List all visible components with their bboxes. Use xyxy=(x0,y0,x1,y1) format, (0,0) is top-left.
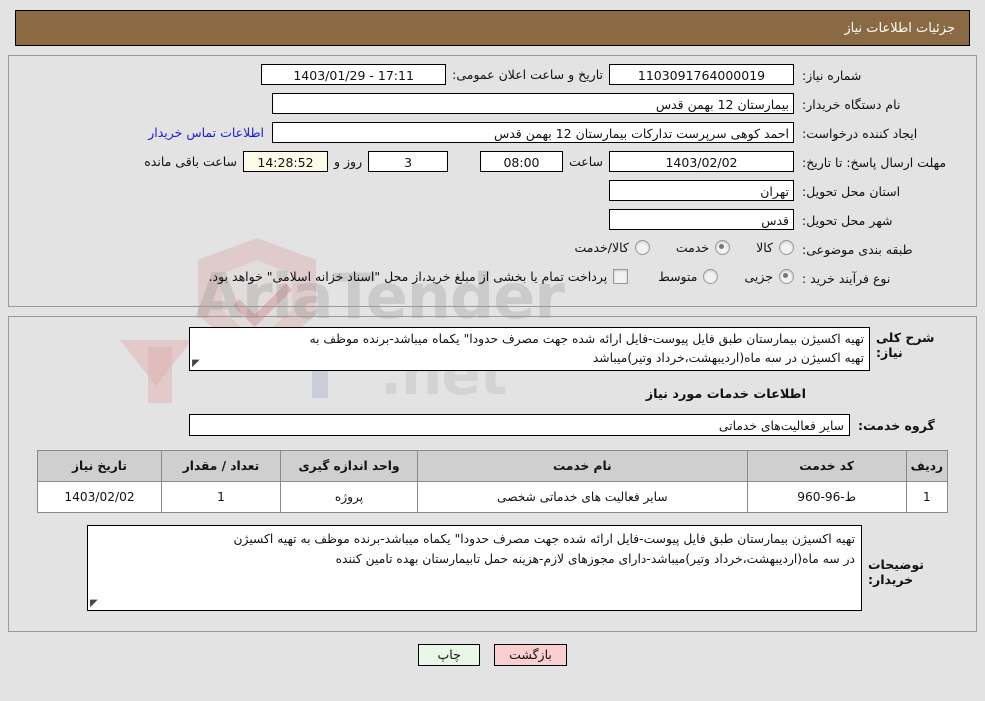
radio-dot-icon[interactable] xyxy=(703,269,719,284)
service-group-field[interactable]: سایر فعالیت‌های خدماتی xyxy=(189,414,850,437)
process-type-label: نوع فرآیند خرید : xyxy=(802,271,891,286)
radio-dot-icon[interactable] xyxy=(634,240,650,255)
general-description-line-1: تهیه اکسیژن بیمارستان طبق فایل پیوست-فای… xyxy=(309,332,865,346)
process-radio-jozei[interactable]: جزیی xyxy=(744,269,794,284)
buyer-org-field[interactable]: بیمارستان 12 بهمن قدس xyxy=(272,93,794,114)
cell-quantity: 1 xyxy=(161,481,281,514)
treasury-checkbox-item[interactable]: پرداخت تمام یا بخشی از مبلغ خرید،از محل … xyxy=(209,269,629,284)
radio-dot-selected-icon[interactable] xyxy=(779,269,794,284)
general-description-textarea[interactable]: تهیه اکسیژن بیمارستان طبق فایل پیوست-فای… xyxy=(189,327,870,372)
col-header-quantity: تعداد / مقدار xyxy=(161,450,281,483)
process-radio-motevaset[interactable]: متوسط xyxy=(658,269,719,284)
category-radio-khedmat[interactable]: خدمت xyxy=(675,240,731,255)
province-field[interactable]: تهران xyxy=(609,180,794,201)
remaining-days-field[interactable]: 3 xyxy=(368,151,449,172)
public-announce-label: تاریخ و ساعت اعلان عمومی: xyxy=(452,67,603,82)
category-radio-group: کالا خدمت کالا/خدمت xyxy=(548,238,794,255)
services-table: ردیف کد خدمت نام خدمت واحد اندازه گیری ت… xyxy=(37,450,949,514)
process-radio-motevaset-label: متوسط xyxy=(658,269,698,284)
category-label: طبقه بندی موضوعی: xyxy=(802,242,913,257)
public-announce-field[interactable]: 17:11 - 1403/01/29 xyxy=(261,64,447,85)
row-deadline: مهلت ارسال پاسخ: تا تاریخ: 1403/02/02 سا… xyxy=(19,151,966,177)
row-city: شهر محل تحویل: قدس xyxy=(19,209,966,235)
process-radio-jozei-label: جزیی xyxy=(744,269,773,284)
need-number-label: شماره نیاز: xyxy=(802,68,862,83)
need-info-panel: شماره نیاز: 1103091764000019 تاریخ و ساع… xyxy=(8,55,977,307)
col-header-unit: واحد اندازه گیری xyxy=(280,450,418,483)
services-table-wrapper: ردیف کد خدمت نام خدمت واحد اندازه گیری ت… xyxy=(19,442,966,521)
col-header-service-name: نام خدمت xyxy=(417,450,748,483)
col-header-service-code: کد خدمت xyxy=(746,450,907,483)
buyer-contact-link[interactable]: اطلاعات تماس خریدار xyxy=(140,125,272,140)
buyer-notes-textarea[interactable]: تهیه اکسیژن بیمارستان طبق فایل پیوست-فای… xyxy=(87,525,862,612)
cell-need-date: 1403/02/02 xyxy=(37,481,162,514)
description-services-panel: شرح کلی نیاز: تهیه اکسیژن بیمارستان طبق … xyxy=(8,316,977,633)
col-header-radif: ردیف xyxy=(905,450,949,483)
need-number-field[interactable]: 1103091764000019 xyxy=(609,64,794,85)
spacer-gap xyxy=(448,154,480,169)
row-need-number: شماره نیاز: 1103091764000019 تاریخ و ساع… xyxy=(19,64,966,90)
print-button[interactable]: چاپ xyxy=(418,644,481,667)
requester-field[interactable]: احمد کوهی سرپرست تدارکات بیمارستان 12 به… xyxy=(272,122,794,143)
buyer-notes-label: توضیحات خریدار: xyxy=(868,557,924,588)
row-buyer-notes: توضیحات خریدار: تهیه اکسیژن بیمارستان طب… xyxy=(19,521,966,621)
category-radio-kala-khedmat[interactable]: کالا/خدمت xyxy=(574,240,650,255)
remaining-label: ساعت باقی مانده xyxy=(144,154,237,169)
deadline-label: مهلت ارسال پاسخ: تا تاریخ: xyxy=(802,155,947,170)
radio-dot-selected-icon[interactable] xyxy=(715,240,731,255)
resize-grip-icon[interactable]: ◥ xyxy=(90,598,98,609)
row-requester: ایجاد کننده درخواست: احمد کوهی سرپرست تد… xyxy=(19,122,966,148)
city-label: شهر محل تحویل: xyxy=(802,213,893,228)
process-radio-group: جزیی متوسط پرداخت تمام یا بخشی از مبلغ خ… xyxy=(209,267,794,284)
cell-radif: 1 xyxy=(905,481,949,514)
col-header-need-date: تاریخ نیاز xyxy=(37,450,162,483)
page-root: جزئیات اطلاعات نیاز شماره نیاز: 11030917… xyxy=(0,10,985,667)
row-service-group: گروه خدمت: سایر فعالیت‌های خدماتی xyxy=(19,414,966,442)
deadline-date-field[interactable]: 1403/02/02 xyxy=(609,151,794,172)
category-radio-kala-label: کالا xyxy=(756,240,773,255)
days-label: روز و xyxy=(333,154,363,169)
general-description-label: شرح کلی نیاز: xyxy=(876,330,935,360)
footer-actions: بازگشت چاپ xyxy=(0,644,985,667)
row-process-type: نوع فرآیند خرید : جزیی متوسط پرداخت تمام… xyxy=(19,267,966,293)
row-buyer-org: نام دستگاه خریدار: بیمارستان 12 بهمن قدس xyxy=(19,93,966,119)
cell-service-name: سایر فعالیت های خدماتی شخصی xyxy=(417,481,748,514)
services-section-title: اطلاعات خدمات مورد نیاز xyxy=(645,387,806,403)
resize-grip-icon[interactable]: ◥ xyxy=(192,358,200,369)
province-label: استان محل تحویل: xyxy=(802,184,901,199)
category-radio-kala-khedmat-label: کالا/خدمت xyxy=(574,240,629,255)
buyer-notes-line-2: در سه ماه(اردیبهشت،خرداد وتیر)میباشد-دار… xyxy=(335,551,855,566)
page-title-bar: جزئیات اطلاعات نیاز xyxy=(15,10,970,46)
general-description-line-2: تهیه اکسیژن در سه ماه(اردیبهشت،خرداد وتی… xyxy=(592,351,864,366)
service-group-label: گروه خدمت: xyxy=(858,417,935,433)
radio-dot-icon[interactable] xyxy=(779,240,794,255)
row-general-description: شرح کلی نیاز: تهیه اکسیژن بیمارستان طبق … xyxy=(19,321,966,373)
cell-service-code: ط-96-960 xyxy=(746,481,907,514)
treasury-checkbox-label: پرداخت تمام یا بخشی از مبلغ خرید،از محل … xyxy=(208,269,608,284)
category-radio-kala[interactable]: کالا xyxy=(756,240,794,255)
hour-label: ساعت xyxy=(568,154,603,169)
page-title: جزئیات اطلاعات نیاز xyxy=(844,20,955,36)
back-button[interactable]: بازگشت xyxy=(494,644,567,667)
buyer-notes-line-1: تهیه اکسیژن بیمارستان طبق فایل پیوست-فای… xyxy=(233,532,855,547)
cell-unit: پروژه xyxy=(280,481,418,514)
table-row: 1 ط-96-960 سایر فعالیت های خدماتی شخصی پ… xyxy=(37,481,949,514)
row-province: استان محل تحویل: تهران xyxy=(19,180,966,206)
remaining-clock-field: 14:28:52 xyxy=(242,151,328,172)
buyer-org-label: نام دستگاه خریدار: xyxy=(802,97,901,112)
category-radio-khedmat-label: خدمت xyxy=(675,240,710,255)
city-field[interactable]: قدس xyxy=(609,209,794,230)
table-header-row: ردیف کد خدمت نام خدمت واحد اندازه گیری ت… xyxy=(37,450,949,483)
deadline-time-field[interactable]: 08:00 xyxy=(479,151,563,172)
checkbox-icon[interactable] xyxy=(613,269,629,284)
requester-label: ایجاد کننده درخواست: xyxy=(802,126,918,141)
row-category: طبقه بندی موضوعی: کالا خدمت کالا/خدمت xyxy=(19,238,966,264)
